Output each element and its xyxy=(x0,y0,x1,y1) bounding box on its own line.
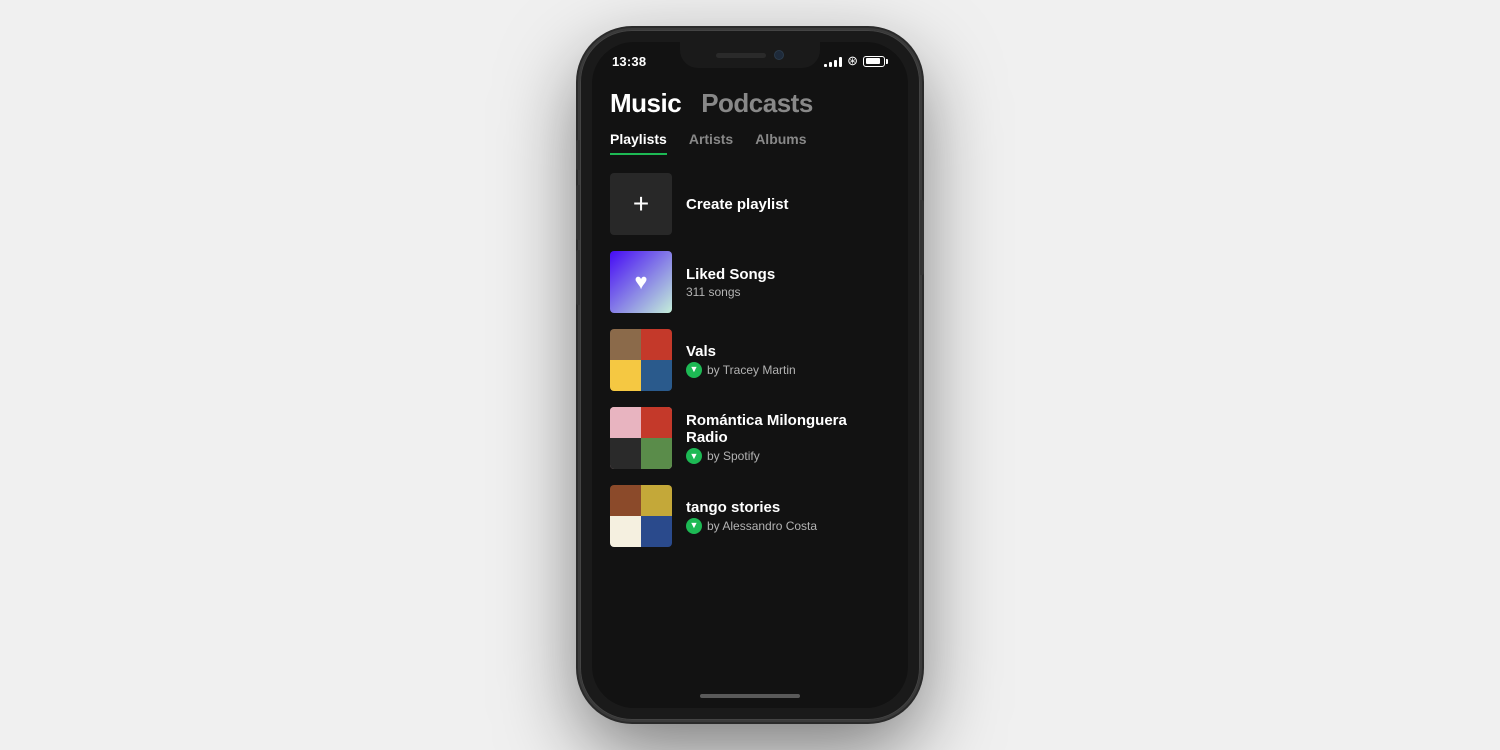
playlist-title: tango stories xyxy=(686,499,890,516)
tab-podcasts[interactable]: Podcasts xyxy=(701,88,813,119)
phone-device: 13:38 ⊛ Music xyxy=(580,30,920,720)
playlist-info: Romántica Milonguera Radio ▼ by Spotify xyxy=(686,412,890,464)
playlist-meta: ▼ by Tracey Martin xyxy=(686,362,890,378)
heart-icon: ♥ xyxy=(634,269,647,295)
signal-icon xyxy=(824,55,842,67)
list-item[interactable]: ♥ Liked Songs 311 songs xyxy=(610,243,890,321)
playlist-meta: ▼ by Spotify xyxy=(686,448,890,464)
plus-icon: + xyxy=(633,188,649,220)
subtab-playlists[interactable]: Playlists xyxy=(610,131,667,155)
download-icon: ▼ xyxy=(690,521,699,530)
power-button xyxy=(920,200,924,275)
home-bar xyxy=(700,694,800,698)
playlist-meta: ▼ by Alessandro Costa xyxy=(686,518,890,534)
tab-music[interactable]: Music xyxy=(610,88,681,119)
volume-mute-button xyxy=(576,140,580,170)
tango-thumb xyxy=(610,485,672,547)
volume-up-button xyxy=(576,185,580,240)
playlist-by: by Tracey Martin xyxy=(707,363,796,377)
playlist-info: Liked Songs 311 songs xyxy=(686,266,890,299)
playlist-title: Romántica Milonguera Radio xyxy=(686,412,890,446)
romantica-thumb xyxy=(610,407,672,469)
playlist-list: + Create playlist ♥ Liked Songs 311 song… xyxy=(610,165,890,684)
playlist-subtitle: 311 songs xyxy=(686,285,890,299)
download-badge: ▼ xyxy=(686,448,702,464)
playlist-info: Vals ▼ by Tracey Martin xyxy=(686,343,890,378)
wifi-icon: ⊛ xyxy=(847,53,858,69)
battery-icon xyxy=(863,56,888,67)
playlist-info: tango stories ▼ by Alessandro Costa xyxy=(686,499,890,534)
phone-screen: 13:38 ⊛ Music xyxy=(592,42,908,708)
playlist-title: Create playlist xyxy=(686,196,890,213)
volume-down-button xyxy=(576,250,580,305)
download-icon: ▼ xyxy=(690,452,699,461)
status-icons: ⊛ xyxy=(824,53,888,69)
subtab-artists[interactable]: Artists xyxy=(689,131,733,155)
home-indicator xyxy=(592,684,908,708)
playlist-by: by Alessandro Costa xyxy=(707,519,817,533)
status-time: 13:38 xyxy=(612,54,646,69)
liked-songs-thumb: ♥ xyxy=(610,251,672,313)
playlist-title: Liked Songs xyxy=(686,266,890,283)
subtab-albums[interactable]: Albums xyxy=(755,131,806,155)
list-item[interactable]: + Create playlist xyxy=(610,165,890,243)
download-icon: ▼ xyxy=(690,365,699,374)
main-content: Music Podcasts Playlists Artists Albums … xyxy=(592,80,908,684)
playlist-by: by Spotify xyxy=(707,449,760,463)
speaker xyxy=(716,53,766,58)
playlist-info: Create playlist xyxy=(686,196,890,213)
create-playlist-thumb: + xyxy=(610,173,672,235)
sub-tabs: Playlists Artists Albums xyxy=(610,123,890,155)
download-badge: ▼ xyxy=(686,362,702,378)
download-badge: ▼ xyxy=(686,518,702,534)
playlist-title: Vals xyxy=(686,343,890,360)
notch xyxy=(680,42,820,68)
vals-thumb xyxy=(610,329,672,391)
header-tabs: Music Podcasts xyxy=(610,80,890,123)
list-item[interactable]: tango stories ▼ by Alessandro Costa xyxy=(610,477,890,555)
front-camera xyxy=(774,50,784,60)
list-item[interactable]: Vals ▼ by Tracey Martin xyxy=(610,321,890,399)
list-item[interactable]: Romántica Milonguera Radio ▼ by Spotify xyxy=(610,399,890,477)
